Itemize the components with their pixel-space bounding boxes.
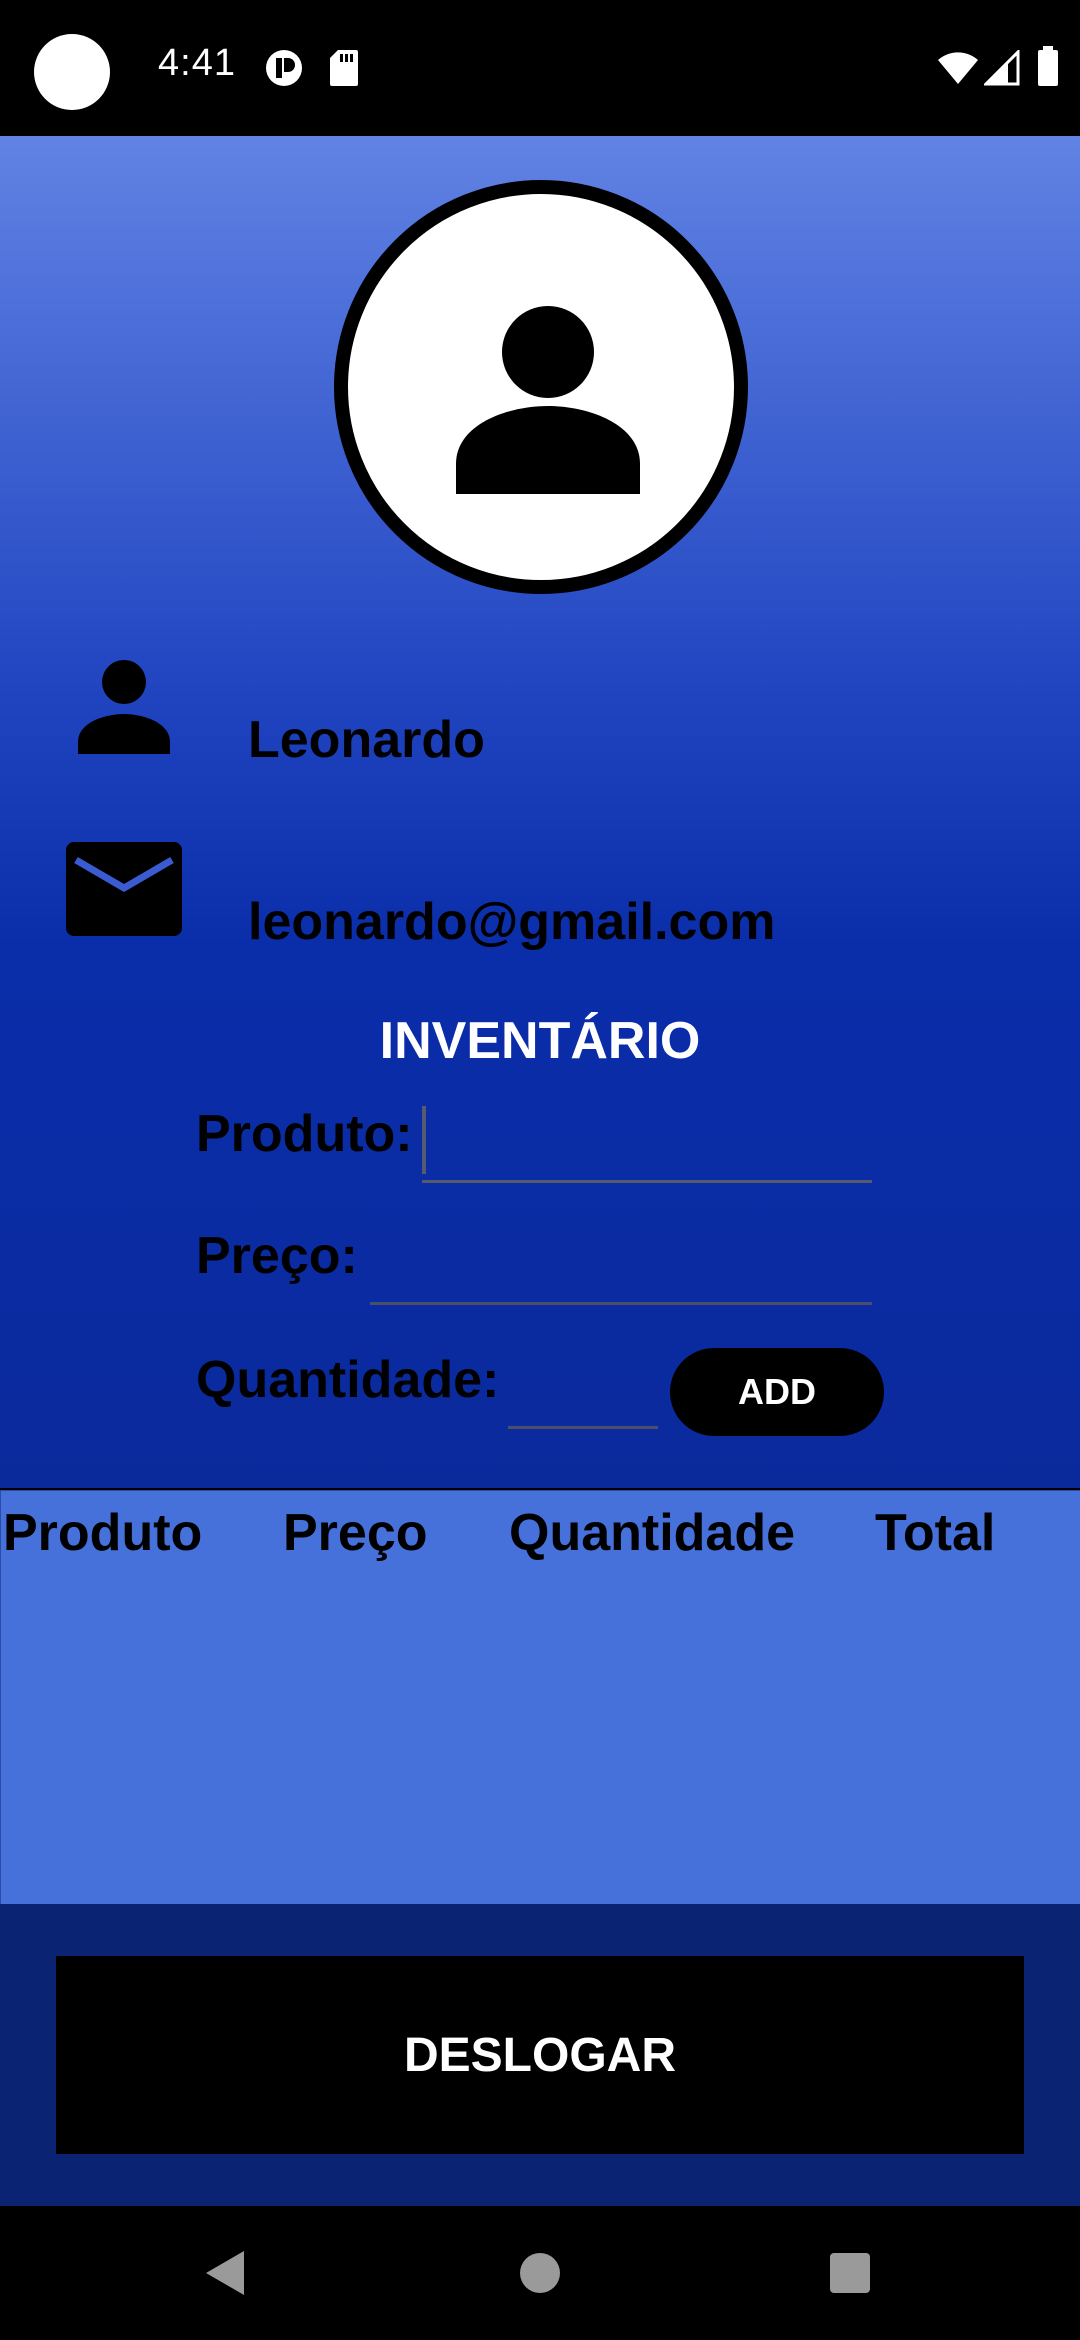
product-input[interactable] (422, 1108, 872, 1172)
avatar-person-icon (456, 306, 640, 494)
column-header-total: Total (875, 1504, 996, 1562)
column-header-preco: Preço (283, 1504, 428, 1562)
wifi-icon (936, 50, 980, 91)
quantity-input[interactable] (508, 1356, 658, 1420)
product-label: Produto: (196, 1105, 413, 1163)
profile-name: Leonardo (248, 711, 485, 769)
quantity-underline (508, 1426, 658, 1429)
battery-icon (1036, 46, 1060, 93)
inventory-title: INVENTÁRIO (379, 1012, 701, 1070)
back-triangle-icon (206, 2251, 244, 2295)
inventory-table: Produto Preço Quantidade Total (0, 1490, 1080, 1904)
logout-button[interactable]: DESLOGAR (56, 1956, 1024, 2154)
signal-icon (982, 48, 1020, 91)
nav-recents-button[interactable] (770, 2206, 930, 2340)
mail-icon (66, 842, 182, 941)
nav-home-button[interactable] (460, 2206, 620, 2340)
camera-cutout (34, 34, 110, 110)
price-underline (370, 1302, 872, 1305)
recents-square-icon (830, 2253, 870, 2293)
add-button[interactable]: ADD (670, 1348, 884, 1436)
screen: 4:41 Leonardo leonardo@gmail.com INVENTÁ… (0, 0, 1080, 2340)
nav-back-button[interactable] (146, 2206, 306, 2340)
sd-card-icon (328, 48, 360, 93)
column-header-produto: Produto (3, 1504, 203, 1562)
profile-email: leonardo@gmail.com (248, 893, 776, 951)
quantity-label: Quantidade: (196, 1351, 500, 1409)
avatar[interactable] (334, 180, 748, 594)
person-icon (76, 658, 172, 759)
product-underline (422, 1180, 872, 1183)
text-caret (422, 1106, 426, 1174)
status-bar: 4:41 (0, 0, 1080, 136)
home-circle-icon (520, 2253, 560, 2293)
price-label: Preço: (196, 1227, 358, 1285)
bottom-area: DESLOGAR (0, 1904, 1080, 2206)
price-input[interactable] (370, 1234, 872, 1298)
column-header-quantidade: Quantidade (509, 1504, 796, 1562)
status-time: 4:41 (158, 42, 236, 84)
profile-main: Leonardo leonardo@gmail.com INVENTÁRIO P… (0, 136, 1080, 1488)
navigation-bar (0, 2206, 1080, 2340)
app-notification-icon (264, 48, 304, 93)
